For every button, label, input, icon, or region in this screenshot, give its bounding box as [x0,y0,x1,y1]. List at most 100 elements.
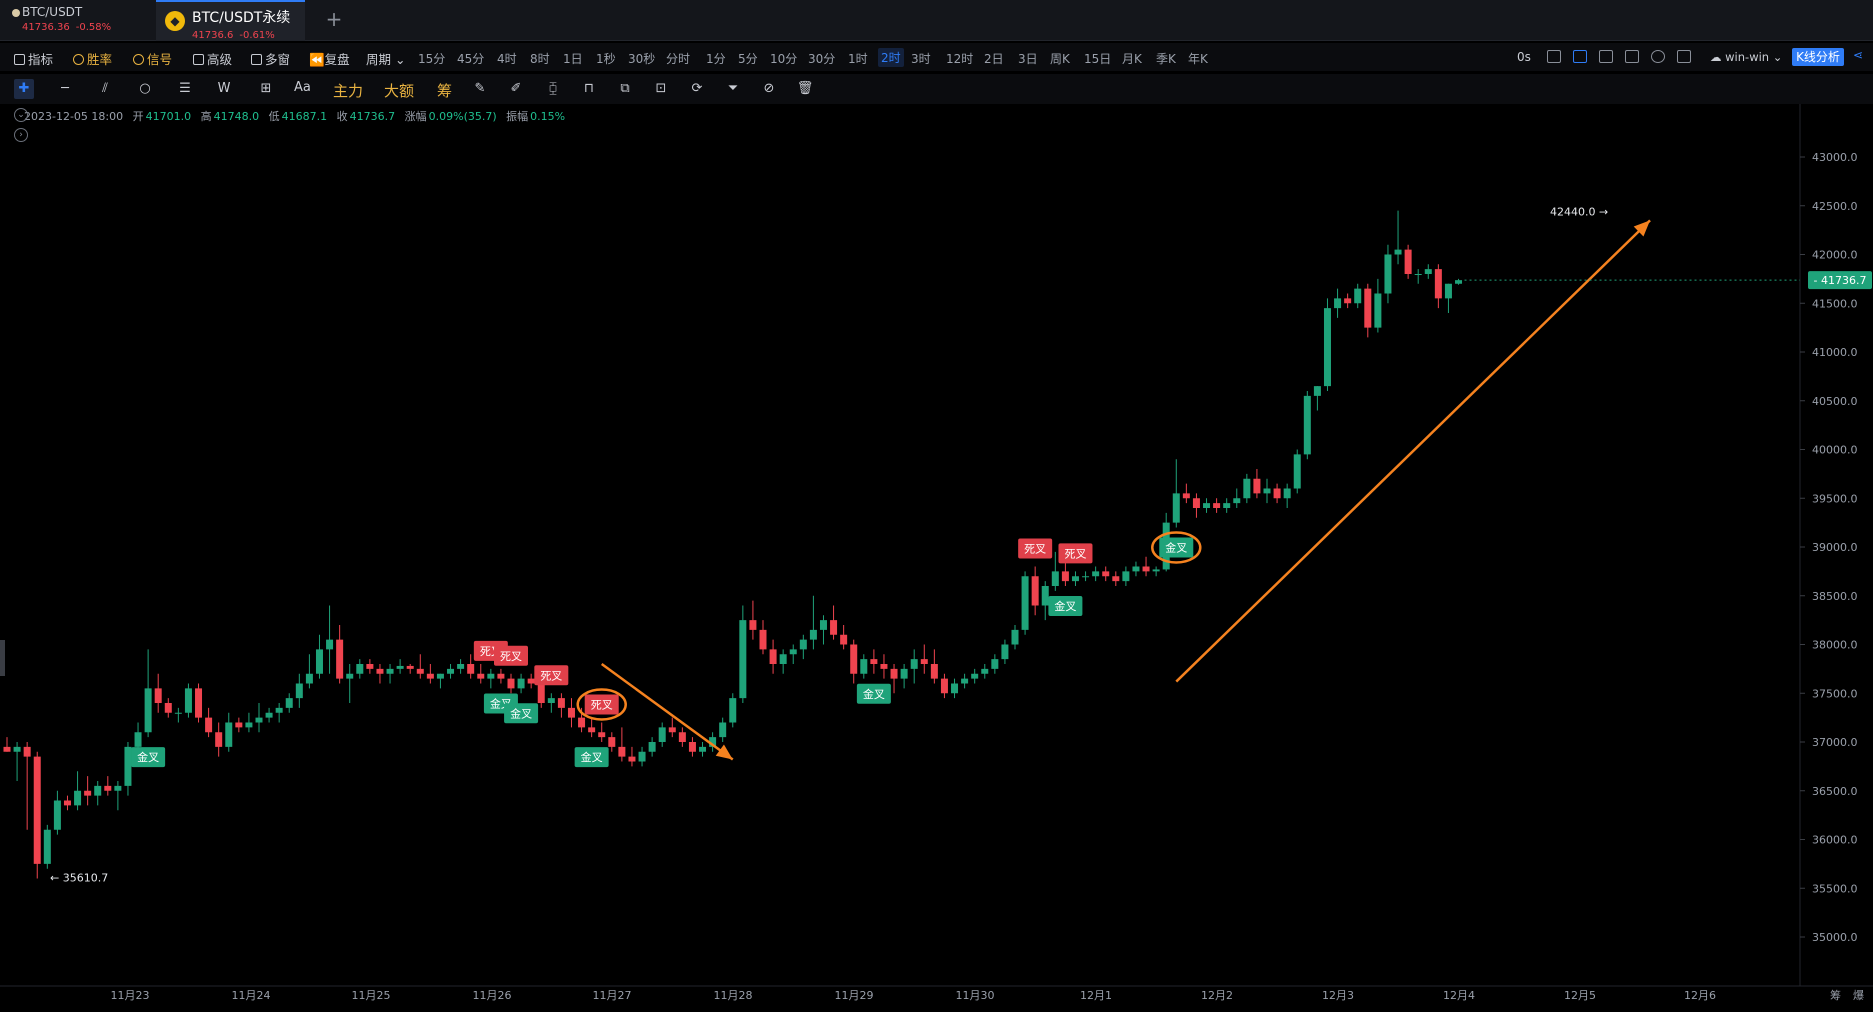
interval-4[interactable]: 1日 [563,50,583,67]
candle-body [386,668,394,674]
interval-14[interactable]: 3时 [911,50,931,67]
ruler-icon[interactable]: ✎ [470,79,490,99]
multiwindow-button[interactable]: 多窗 [251,49,290,68]
template-icon[interactable] [1625,50,1639,63]
interval-7[interactable]: 分时 [666,50,690,67]
y-tick-label: 41000.0 [1812,346,1858,359]
candle-body [43,829,51,864]
interval-9[interactable]: 5分 [738,50,758,67]
candle-style-icon[interactable]: ⧮ [543,79,563,99]
interval-3[interactable]: 8时 [530,50,550,67]
advanced-label: 高级 [207,52,233,67]
collapse-icon[interactable]: ⌄ [14,108,28,122]
tab-btc-usdt[interactable]: BTC/USDT 41736.36 -0.58% [8,0,156,41]
interval-20[interactable]: 月K [1122,50,1142,67]
indicators-button[interactable]: 指标 [14,49,53,68]
main-force-button[interactable]: 主力 [333,80,363,101]
layout-icon[interactable] [1599,50,1613,63]
interval-1[interactable]: 45分 [457,50,484,67]
user-menu[interactable]: ☁ win-win ⌄ [1710,50,1782,64]
candle-body [1021,576,1029,630]
settings-icon[interactable] [1651,50,1665,63]
fullscreen-icon[interactable] [1677,50,1691,63]
chips-button[interactable]: 筹 [437,80,452,101]
candle-body [33,756,41,864]
binance-coin-icon: ◆ [165,11,185,31]
shape-icon[interactable]: ○ [135,79,155,99]
x-tick-label: 11月28 [714,989,753,1002]
candle-body [961,678,969,684]
interval-21[interactable]: 季K [1156,50,1176,67]
brush-icon[interactable]: ✐ [506,79,526,99]
death-cross-badge: 死叉 [1058,543,1093,564]
pencil-icon[interactable] [1573,50,1587,63]
drawing-toolbar: ✚ ─ ⫽ ○ ☰ W ⊞ Aa 主力 大额 筹 ✎ ✐ ⧮ ⊓ ⧉ ⊡ ⟳ ⏷… [0,74,1873,104]
edit-icon[interactable]: ⊡ [651,79,671,99]
camera-icon[interactable] [1547,50,1561,63]
y-tick-label: 42500.0 [1812,200,1858,213]
trash-icon[interactable]: 🗑 [795,79,815,99]
interval-8[interactable]: 1分 [706,50,726,67]
interval-2[interactable]: 4时 [497,50,517,67]
interval-10[interactable]: 10分 [770,50,797,67]
filter-icon[interactable]: ⏷ [723,79,743,99]
kline-analysis-button[interactable]: K线分析 [1792,48,1844,66]
tab-change: -0.58% [75,22,112,33]
x-tick-label: 11月27 [593,989,632,1002]
signal-button[interactable]: 信号 [133,49,172,68]
candle-body [205,717,213,733]
interval-13[interactable]: 2时 [878,48,904,67]
expand-icon[interactable]: › [14,128,28,142]
big-order-button[interactable]: 大额 [384,80,414,101]
interval-0[interactable]: 15分 [418,50,445,67]
text-tool[interactable]: Aa [294,80,311,95]
indicators-label: 指标 [28,52,54,67]
candle-body [951,683,959,694]
lock-icon[interactable]: ⊓ [579,79,599,99]
fibonacci-icon[interactable]: ☰ [175,79,195,99]
advanced-button[interactable]: 高级 [193,49,232,68]
y-tick-label: 38500.0 [1812,590,1858,603]
interval-16[interactable]: 2日 [984,50,1004,67]
candle-body [315,649,323,674]
candle-body [860,659,868,674]
copy-icon[interactable]: ⧉ [615,79,635,99]
interval-11[interactable]: 30分 [808,50,835,67]
measure-icon[interactable]: ⊞ [256,79,276,99]
tab-btc-usdt-perp[interactable]: ◆ BTC/USDT永续 41736.6 -0.61% [156,0,305,41]
add-tab-icon[interactable]: + [322,7,346,31]
interval-17[interactable]: 3日 [1018,50,1038,67]
chart-area[interactable]: 43000.0 42500.0 42000.0 41500.0 41000.0 40500… [0,104,1873,1012]
interval-18[interactable]: 周K [1050,50,1070,67]
interval-22[interactable]: 年K [1188,50,1208,67]
sync-icon[interactable]: ⊘ [759,79,779,99]
y-tick-label: 37000.0 [1812,736,1858,749]
signal-badge-label: 死叉 [591,699,613,712]
wave-icon[interactable]: W [214,79,234,99]
candle-body [799,639,807,650]
interval-6[interactable]: 30秒 [628,50,655,67]
winrate-button[interactable]: 胜率 [73,49,112,68]
y-tick-label: 39000.0 [1812,541,1858,554]
x-tick-label: 11月30 [956,989,995,1002]
signal-badge-label: 死叉 [540,669,562,682]
interval-15[interactable]: 12时 [946,50,973,67]
magnet-icon[interactable]: ⟳ [687,79,707,99]
trendline-icon[interactable]: ─ [55,79,75,99]
candle-body [1444,283,1452,299]
share-icon[interactable]: ⋖ [1853,48,1867,62]
channel-icon[interactable]: ⫽ [95,79,115,99]
candle-body [1323,308,1331,387]
crosshair-icon[interactable]: ✚ [14,79,34,99]
amplitude-value: 0.15% [530,110,566,123]
replay-button[interactable]: ⏪复盘 [309,49,350,68]
interval-19[interactable]: 15日 [1084,50,1111,67]
candle-body [396,665,404,669]
candlestick-chart[interactable]: 43000.0 42500.0 42000.0 41500.0 41000.0 40500… [0,104,1873,1012]
candle-body [376,668,384,674]
period-dropdown[interactable]: 周期 ⌄ [366,49,405,68]
interval-5[interactable]: 1秒 [596,50,616,67]
side-panel-handle[interactable] [0,640,5,676]
candle-body [235,722,243,728]
interval-12[interactable]: 1时 [848,50,868,67]
